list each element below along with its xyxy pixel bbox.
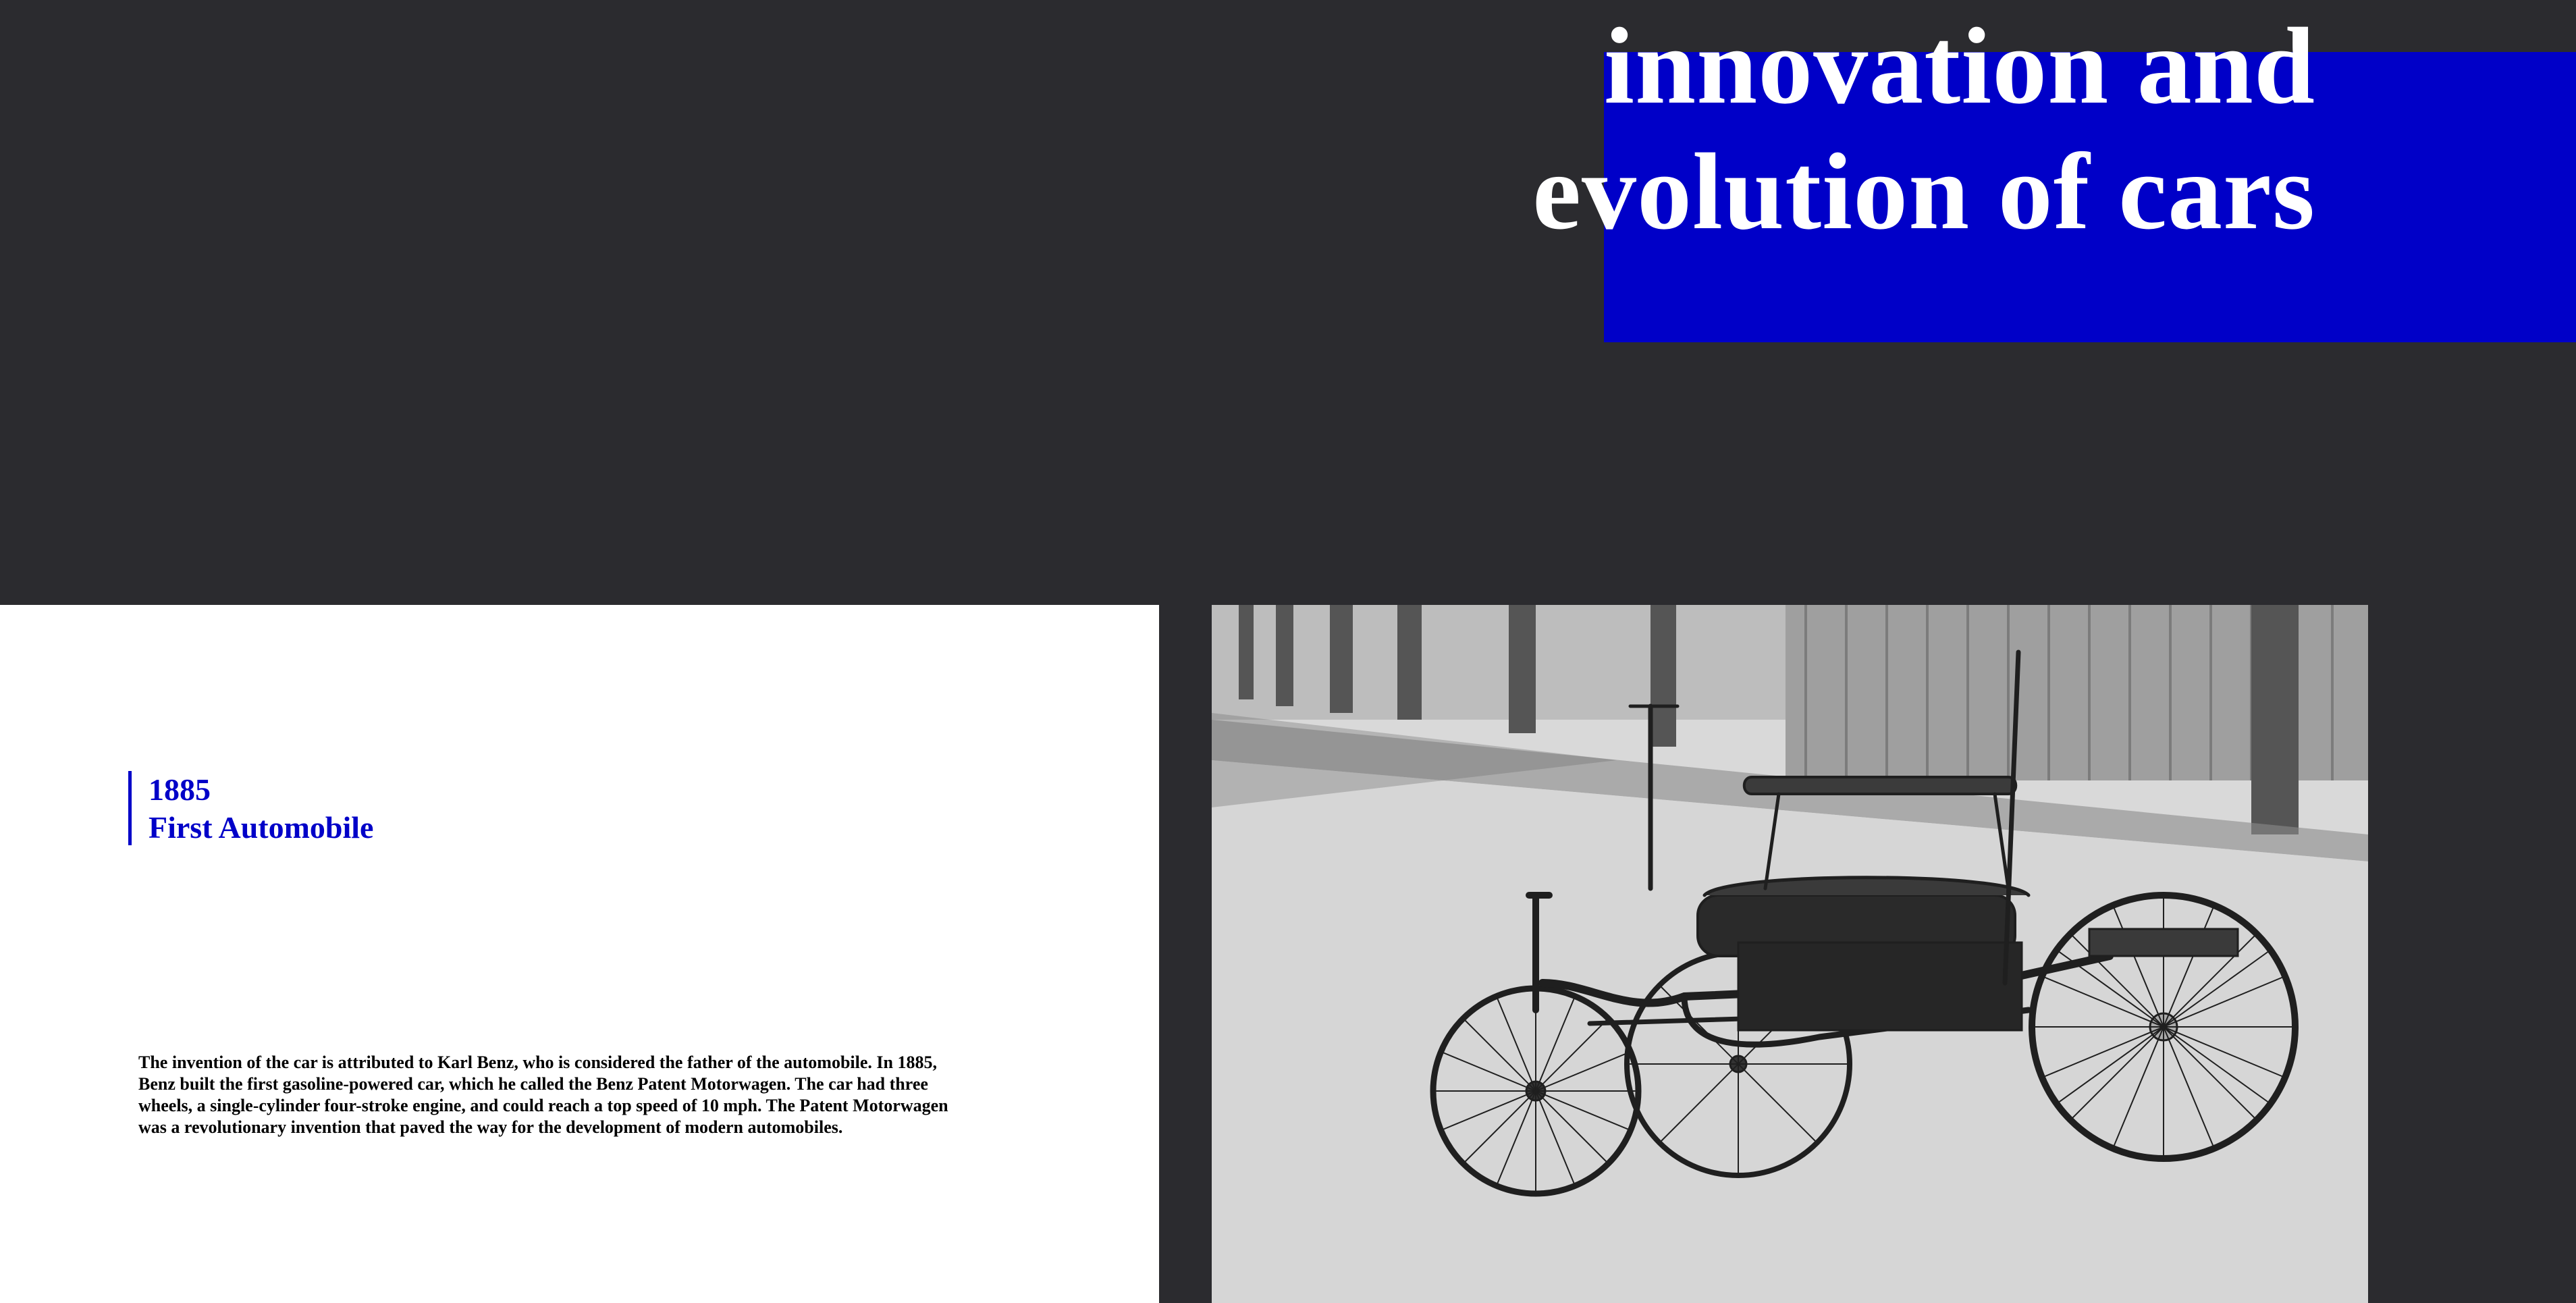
motorwagen-illustration [1212, 605, 2368, 1303]
page-title-line-1: innovation and [1604, 6, 2315, 127]
milestone-description: The invention of the car is attributed t… [138, 1053, 948, 1137]
milestone-text-panel [0, 605, 1159, 1303]
benz-motorwagen-photo [1212, 605, 2368, 1303]
left-front-wheel [1430, 985, 1642, 1197]
page-title: innovation and evolution of cars [1168, 4, 2315, 255]
milestone-heading: 1885 First Automobile [128, 771, 373, 845]
page-title-line-2: evolution of cars [1532, 132, 2315, 252]
milestone-title: First Automobile [149, 810, 374, 845]
milestone-year: 1885 [149, 772, 211, 807]
